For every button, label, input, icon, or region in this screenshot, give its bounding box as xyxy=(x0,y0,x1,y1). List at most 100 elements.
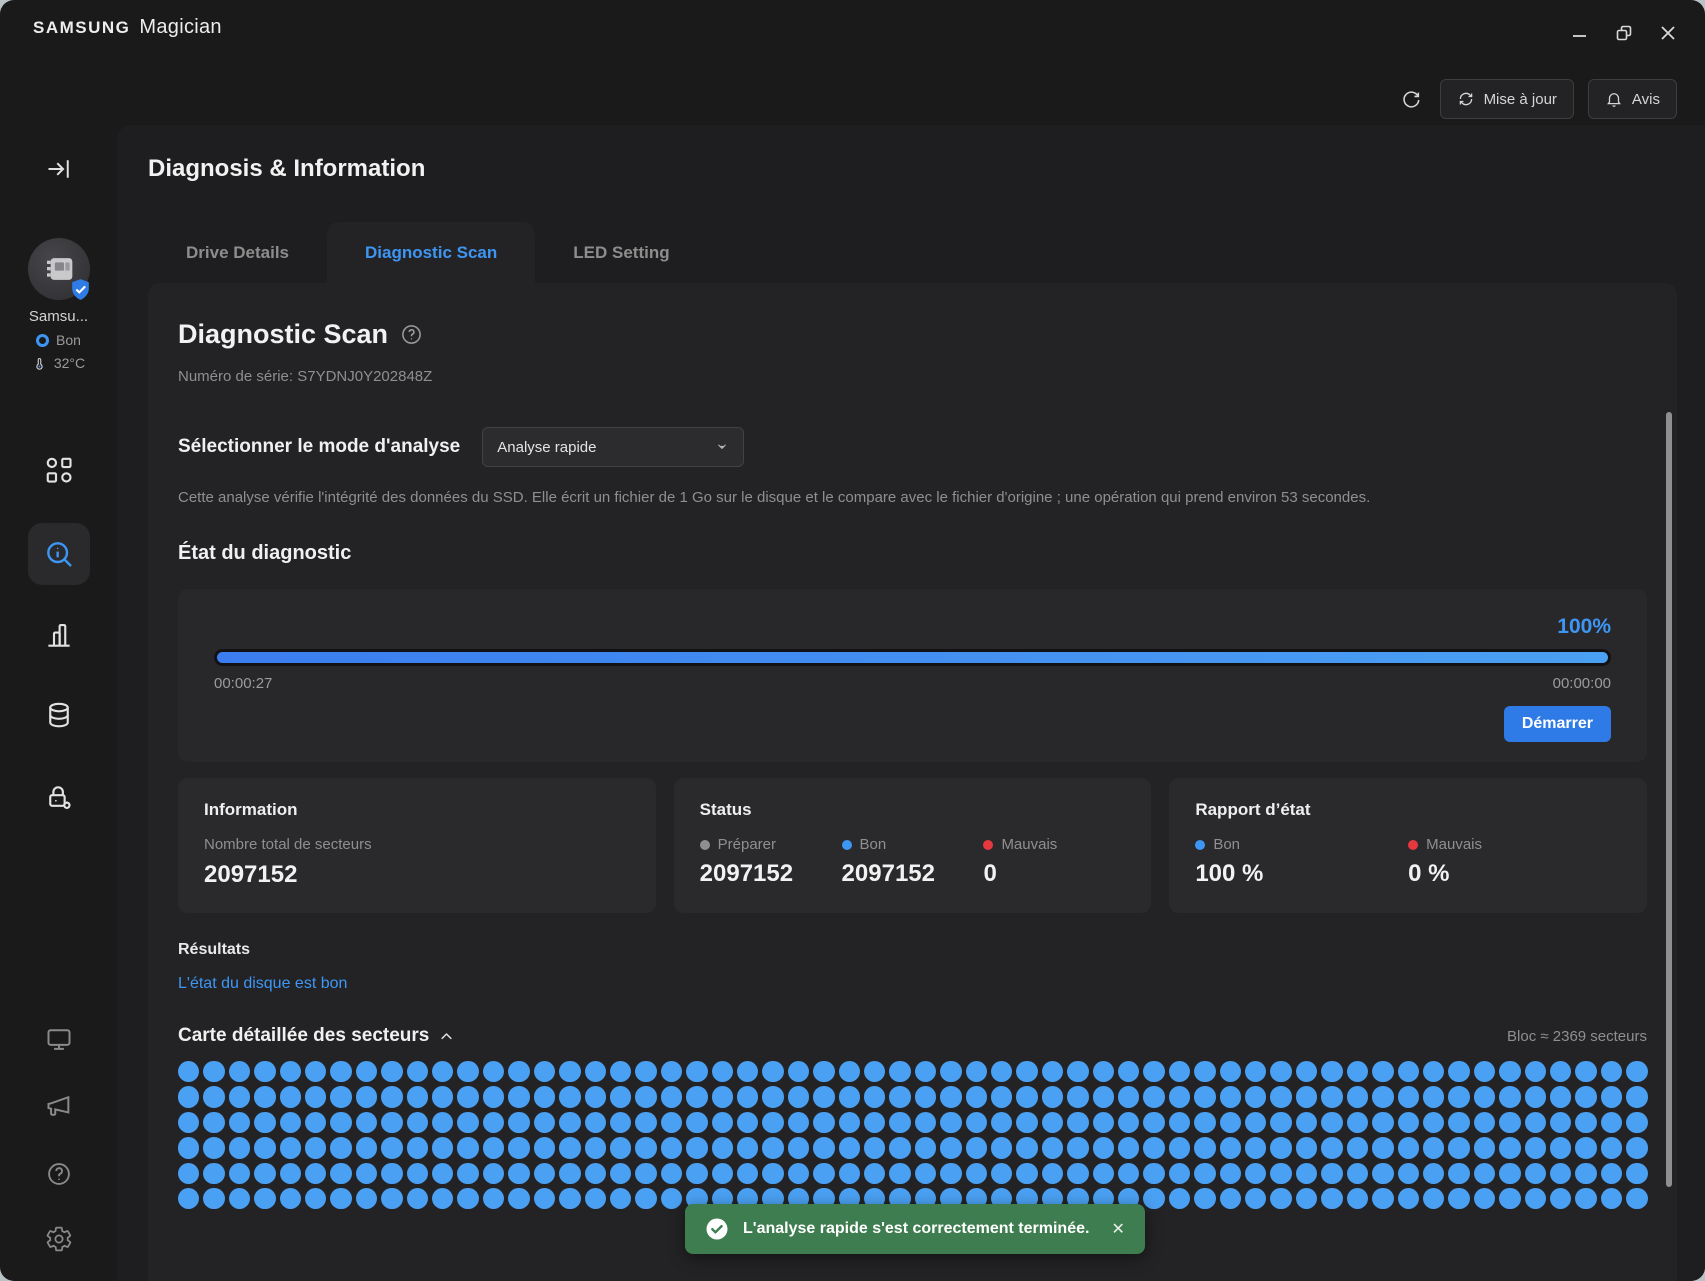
sector-dot xyxy=(889,1061,910,1082)
toast-close-icon[interactable]: ✕ xyxy=(1111,1219,1124,1239)
sector-dot xyxy=(762,1061,783,1082)
status-card-title: Status xyxy=(700,800,1126,820)
tab-drive-details[interactable]: Drive Details xyxy=(148,222,327,283)
sector-dot xyxy=(1093,1061,1114,1082)
sector-map-header[interactable]: Carte détaillée des secteurs xyxy=(178,1025,454,1047)
sector-dot xyxy=(381,1188,402,1209)
restore-button[interactable] xyxy=(1609,20,1639,46)
sector-dot xyxy=(940,1137,961,1158)
sector-dot xyxy=(1601,1112,1622,1133)
bell-icon xyxy=(1605,90,1623,108)
sector-dot xyxy=(635,1086,656,1107)
elapsed-time: 00:00:27 xyxy=(214,675,272,692)
diagnosis-search-info-icon xyxy=(43,538,75,570)
sector-dot xyxy=(330,1112,351,1133)
sector-dot xyxy=(1194,1086,1215,1107)
sector-dot xyxy=(813,1137,834,1158)
minimize-button[interactable] xyxy=(1565,20,1595,46)
tab-led-setting[interactable]: LED Setting xyxy=(535,222,707,283)
sector-dot xyxy=(610,1188,631,1209)
sector-dot xyxy=(991,1061,1012,1082)
sector-dot xyxy=(712,1086,733,1107)
sector-dot xyxy=(280,1112,301,1133)
nav-dashboard[interactable] xyxy=(0,455,117,485)
results-heading: Résultats xyxy=(178,941,1647,959)
sector-dot xyxy=(1423,1061,1444,1082)
database-icon xyxy=(44,700,74,730)
nav-system[interactable] xyxy=(0,1025,117,1053)
sector-dot xyxy=(1474,1163,1495,1184)
good-label: Bon xyxy=(860,836,887,853)
nav-help[interactable] xyxy=(0,1160,117,1188)
nav-diagnosis-active[interactable] xyxy=(0,523,117,585)
information-card-title: Information xyxy=(204,800,630,820)
refresh-button[interactable] xyxy=(1396,84,1426,114)
sector-dot xyxy=(712,1112,733,1133)
sector-dot xyxy=(1499,1061,1520,1082)
prepare-value: 2097152 xyxy=(700,860,842,888)
sector-dot xyxy=(457,1086,478,1107)
sector-dot xyxy=(1474,1112,1495,1133)
sector-dot xyxy=(330,1086,351,1107)
start-button[interactable]: Démarrer xyxy=(1504,706,1611,742)
sector-dot xyxy=(1423,1188,1444,1209)
toast-message: L'analyse rapide s'est correctement term… xyxy=(743,1220,1089,1238)
sector-dot xyxy=(991,1086,1012,1107)
thermometer-icon xyxy=(32,356,47,371)
main-content: Diagnosis & Information Drive Details Di… xyxy=(117,125,1705,1281)
sector-dot xyxy=(305,1112,326,1133)
vertical-scrollbar[interactable] xyxy=(1666,412,1672,1187)
dashboard-icon xyxy=(44,455,74,485)
status-card: Status Préparer 2097152 Bon 2097152 Mauv… xyxy=(674,778,1152,913)
mode-description: Cette analyse vérifie l'intégrité des do… xyxy=(178,489,1647,506)
drive-avatar[interactable]: Samsu... Bon 32°C xyxy=(0,238,117,371)
sector-dot xyxy=(330,1137,351,1158)
nav-data-management[interactable] xyxy=(0,700,117,730)
sector-dot xyxy=(1423,1112,1444,1133)
sector-dot xyxy=(889,1086,910,1107)
sector-dot xyxy=(1398,1188,1419,1209)
diagnostic-scan-panel: Diagnostic Scan Numéro de série: S7YDNJ0… xyxy=(148,283,1677,1281)
remaining-time: 00:00:00 xyxy=(1553,675,1611,692)
sector-dot xyxy=(1220,1086,1241,1107)
block-info: Bloc ≈ 2369 secteurs xyxy=(1507,1028,1647,1045)
sector-dot xyxy=(280,1188,301,1209)
tab-diagnostic-scan[interactable]: Diagnostic Scan xyxy=(327,222,535,283)
sector-dot xyxy=(407,1137,428,1158)
nav-announcements[interactable] xyxy=(0,1092,117,1120)
sector-dot xyxy=(1575,1112,1596,1133)
sector-dot xyxy=(508,1061,529,1082)
sector-dot xyxy=(381,1112,402,1133)
sector-dot xyxy=(864,1086,885,1107)
sector-dot xyxy=(559,1086,580,1107)
sector-dot xyxy=(610,1112,631,1133)
sector-dot xyxy=(1169,1061,1190,1082)
diagnostic-status-heading: État du diagnostic xyxy=(178,542,1647,565)
results-value[interactable]: L'état du disque est bon xyxy=(178,975,1647,993)
sector-dot xyxy=(1194,1112,1215,1133)
prepare-dot-icon xyxy=(700,840,710,850)
sector-dot xyxy=(1067,1137,1088,1158)
sector-dot xyxy=(737,1137,758,1158)
nav-security[interactable] xyxy=(0,782,117,812)
notice-button[interactable]: Avis xyxy=(1588,79,1677,119)
sector-dot xyxy=(915,1061,936,1082)
sector-dot xyxy=(1296,1188,1317,1209)
sector-dot xyxy=(407,1061,428,1082)
sector-dot xyxy=(1245,1188,1266,1209)
scan-mode-select[interactable]: Analyse rapide xyxy=(482,427,744,467)
nav-performance[interactable] xyxy=(0,620,117,650)
sector-dot xyxy=(1499,1086,1520,1107)
scan-heading: Diagnostic Scan xyxy=(178,319,388,350)
update-button[interactable]: Mise à jour xyxy=(1440,79,1574,119)
sector-dot xyxy=(1525,1061,1546,1082)
sidebar-collapse-button[interactable] xyxy=(0,155,117,183)
monitor-icon xyxy=(45,1025,73,1053)
sector-dot xyxy=(991,1163,1012,1184)
sector-dot xyxy=(966,1163,987,1184)
sector-dot xyxy=(1042,1061,1063,1082)
sector-dot xyxy=(1194,1137,1215,1158)
nav-settings[interactable] xyxy=(0,1225,117,1253)
close-button[interactable] xyxy=(1653,20,1683,46)
scan-help-icon[interactable] xyxy=(400,323,423,346)
